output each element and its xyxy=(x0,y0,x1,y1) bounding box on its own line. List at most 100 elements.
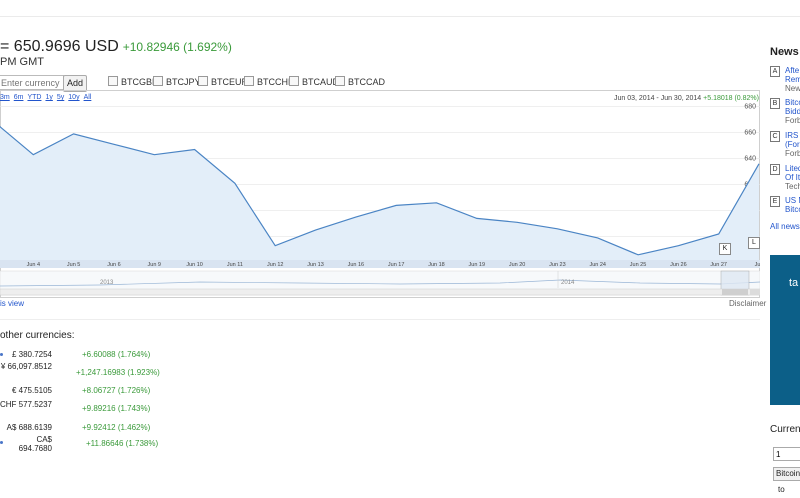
price-area xyxy=(0,126,759,260)
news-title-cont[interactable]: Of It xyxy=(785,173,800,182)
chart-marker-k[interactable]: K xyxy=(719,243,731,255)
amount-input[interactable] xyxy=(773,447,800,461)
checkbox-icon[interactable] xyxy=(289,76,299,86)
currency-value: ¥ 66,097.8512 xyxy=(0,362,52,371)
compare-btcgbp[interactable]: BTCGBP xyxy=(108,76,158,87)
chart-controls: Add BTCGBP BTCJPY BTCEUR BTCCHF BTCAUD B… xyxy=(0,75,760,92)
from-currency-select[interactable]: Bitcoin xyxy=(773,467,800,481)
x-tick-label: Jun 4 xyxy=(27,262,40,268)
currency-change: +6.60088 (1.764%) xyxy=(82,350,151,359)
currency-change: +9.92412 (1.462%) xyxy=(82,423,151,432)
range-dates: Jun 03, 2014 - Jun 30, 2014 xyxy=(614,95,702,102)
currency-input[interactable] xyxy=(0,75,64,90)
advertisement-banner[interactable]: ta xyxy=(770,255,800,405)
news-title-cont[interactable]: (For xyxy=(785,140,800,149)
news-title[interactable]: US M xyxy=(785,196,800,205)
zoom-5y[interactable]: 5y xyxy=(57,94,64,101)
all-news-link[interactable]: All news xyxy=(770,222,800,231)
rate-value: = 650.9696 USD xyxy=(0,38,119,55)
news-letter-icon: C xyxy=(770,131,780,142)
currency-value: A$ 688.6139 xyxy=(6,423,52,432)
news-source: New xyxy=(785,84,800,93)
x-tick-label: Jun 12 xyxy=(267,262,284,268)
currency-change: +8.06727 (1.726%) xyxy=(82,386,151,395)
x-tick-label: Jun 25 xyxy=(630,262,647,268)
x-tick-label: Jun 16 xyxy=(348,262,365,268)
news-source: Forb xyxy=(785,116,800,125)
currency-value: € 475.5105 xyxy=(11,386,52,395)
compare-btcaud[interactable]: BTCAUD xyxy=(289,76,339,87)
zoom-3m[interactable]: 3m xyxy=(0,94,10,101)
currency-value: CA$ 694.7680 xyxy=(18,435,52,453)
news-item[interactable]: B Bitco Bidd Forb xyxy=(770,98,800,128)
currency-change: +9.89216 (1.743%) xyxy=(82,404,151,413)
rate-timestamp: PM GMT xyxy=(0,56,44,68)
news-title[interactable]: Lited xyxy=(785,164,800,173)
news-title-cont[interactable]: Bidd xyxy=(785,107,800,116)
checkbox-icon[interactable] xyxy=(335,76,345,86)
other-currencies-heading: other currencies: xyxy=(0,330,75,341)
range-readout: Jun 03, 2014 - Jun 30, 2014 +5.18018 (0.… xyxy=(614,95,759,102)
x-tick-label: Jun 18 xyxy=(428,262,445,268)
navigator-year-2014: 2014 xyxy=(561,280,575,286)
compare-btcchf[interactable]: BTCCHF xyxy=(244,76,294,87)
news-title[interactable]: IRS xyxy=(785,131,798,140)
checkbox-icon[interactable] xyxy=(108,76,118,86)
scrollbar-thumb xyxy=(722,289,748,295)
news-heading: News xyxy=(770,46,799,58)
converter-heading: Currenc xyxy=(770,424,800,435)
currency-value: £ 380.7254 xyxy=(11,350,52,359)
x-tick-label: Jun 6 xyxy=(107,262,120,268)
price-chart[interactable]: 580600620640660680 3Jun 4Jun 5Jun 6Jun 9… xyxy=(0,90,760,298)
navigator-year-2013: 2013 xyxy=(100,280,114,286)
exchange-rate-header: = 650.9696 USD +10.82946 (1.692%) xyxy=(0,38,232,56)
x-tick-label: Jun 17 xyxy=(388,262,405,268)
range-change: +5.18018 (0.82%) xyxy=(703,95,759,102)
news-letter-icon: E xyxy=(770,196,780,207)
y-tick-label: 680 xyxy=(744,104,756,111)
bullet-icon xyxy=(0,353,3,356)
disclaimer-link[interactable]: Disclaimer xyxy=(729,299,766,308)
news-item[interactable]: D Lited Of It Tech xyxy=(770,164,800,194)
rate-change: +10.82946 (1.692%) xyxy=(122,40,232,54)
currency-value: CHF 577.5237 xyxy=(0,400,52,409)
news-title[interactable]: Afte xyxy=(785,66,799,75)
zoom-1y[interactable]: 1y xyxy=(45,94,52,101)
x-tick-label: Jun 27 xyxy=(710,262,727,268)
zoom-6m[interactable]: 6m xyxy=(14,94,24,101)
checkbox-icon[interactable] xyxy=(153,76,163,86)
zoom-ytd[interactable]: YTD xyxy=(27,94,41,101)
checkbox-icon[interactable] xyxy=(198,76,208,86)
x-tick-label: Jun 23 xyxy=(549,262,566,268)
news-title-cont[interactable]: Rem xyxy=(785,75,800,84)
news-source: Tech xyxy=(785,182,800,191)
news-source: Forb xyxy=(785,149,800,158)
news-item[interactable]: C IRS (For Forb xyxy=(770,131,800,161)
news-title-cont[interactable]: Bitco xyxy=(785,205,800,214)
top-divider xyxy=(0,16,800,17)
compare-btccad[interactable]: BTCCAD xyxy=(335,76,385,87)
checkbox-icon[interactable] xyxy=(244,76,254,86)
x-tick-label: Jun 19 xyxy=(469,262,486,268)
x-tick-label: Jun 9 xyxy=(148,262,161,268)
x-tick-label: Jun 26 xyxy=(670,262,687,268)
navigator-scrollbar xyxy=(0,288,760,296)
y-tick-label: 660 xyxy=(744,130,756,137)
compare-btcjpy[interactable]: BTCJPY xyxy=(153,76,201,87)
section-divider xyxy=(0,319,760,320)
zoom-all[interactable]: All xyxy=(84,94,92,101)
news-letter-icon: A xyxy=(770,66,780,77)
zoom-10y[interactable]: 10y xyxy=(68,94,79,101)
compare-btceur[interactable]: BTCEUR xyxy=(198,76,248,87)
to-label: to xyxy=(778,485,785,494)
chart-marker-l[interactable]: L xyxy=(748,237,760,249)
news-item[interactable]: A Afte Rem New xyxy=(770,66,800,96)
currency-change: +11.86646 (1.738%) xyxy=(86,439,159,448)
x-tick-label: Jun 11 xyxy=(227,262,243,268)
x-tick-label: Jun 13 xyxy=(307,262,324,268)
news-title[interactable]: Bitco xyxy=(785,98,800,107)
view-link[interactable]: is view xyxy=(0,299,24,308)
news-letter-icon: B xyxy=(770,98,780,109)
x-tick-label: Jun 5 xyxy=(67,262,80,268)
zoom-links: 3m 6m YTD 1y 5y 10y All xyxy=(0,94,95,101)
